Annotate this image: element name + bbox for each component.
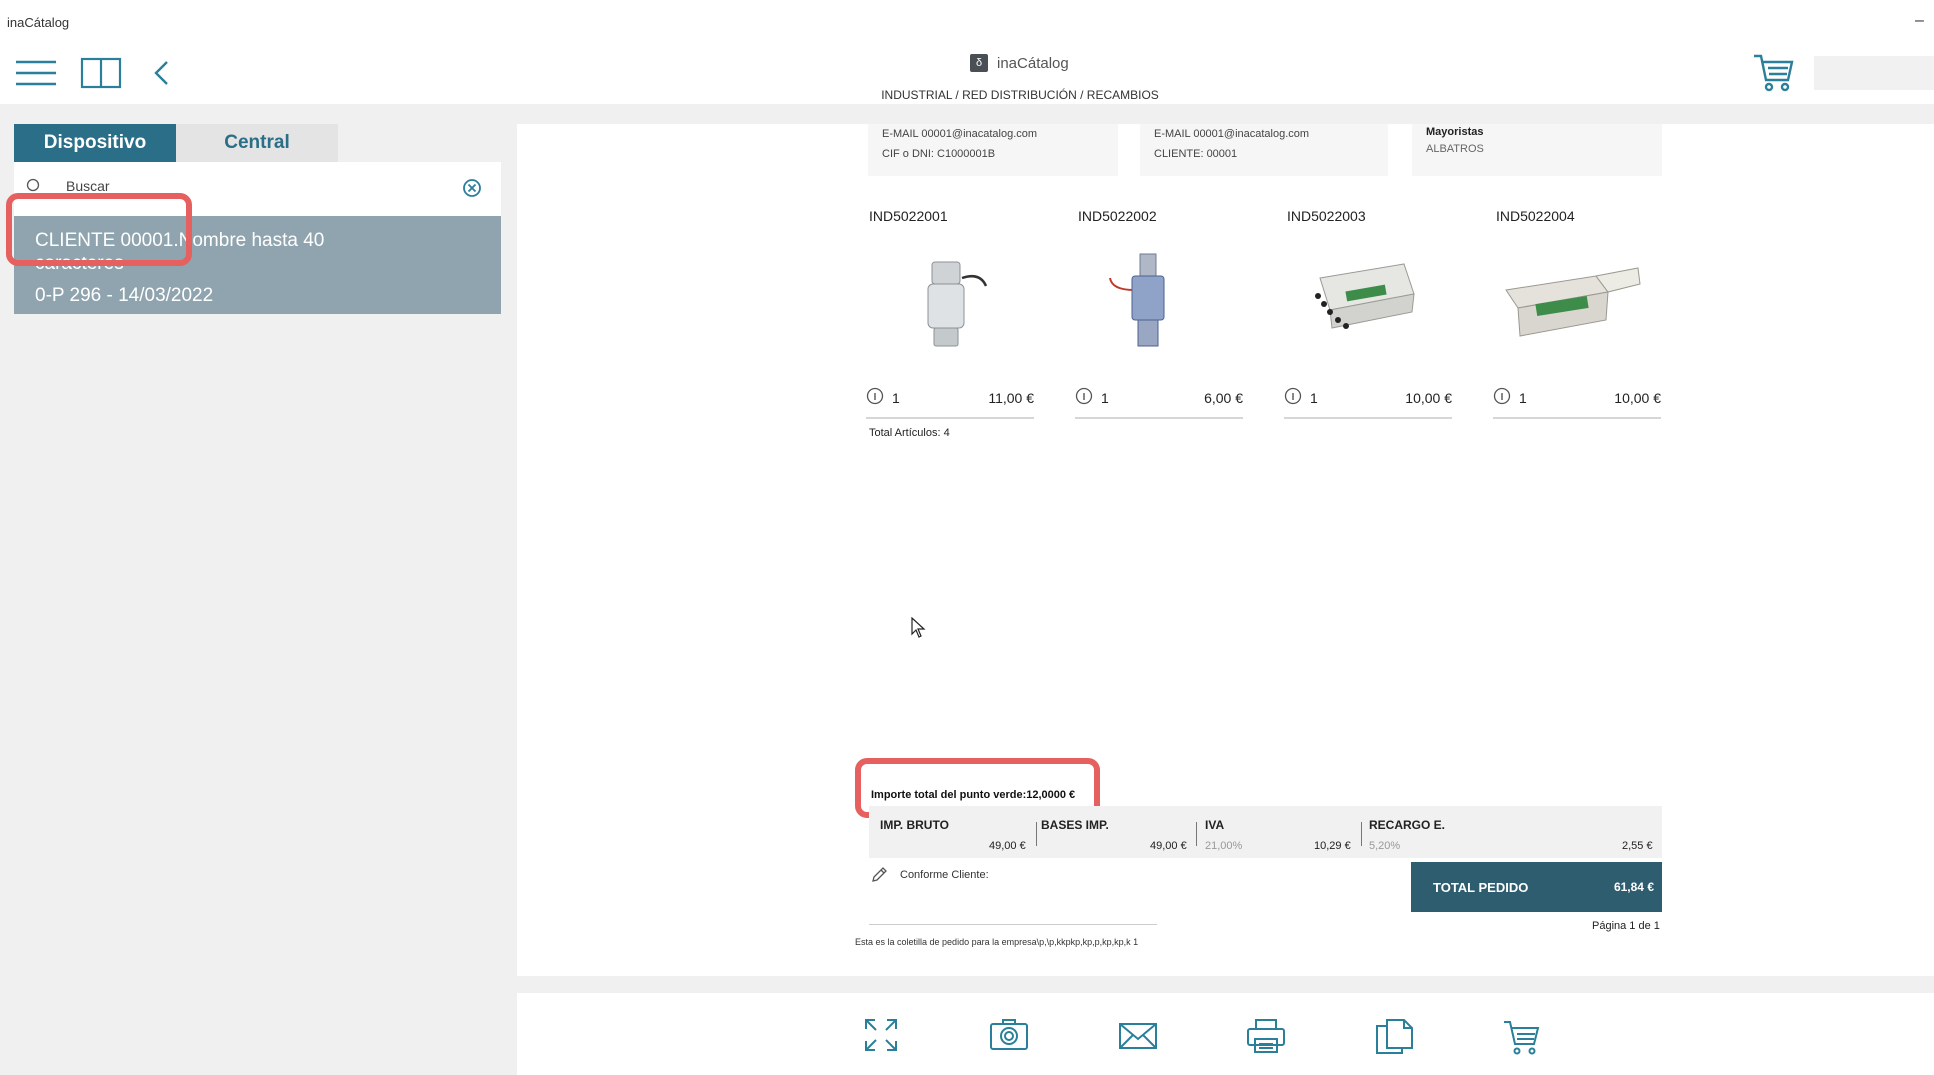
price: 11,00 € <box>988 390 1034 406</box>
quantity[interactable]: 1 <box>1101 390 1109 406</box>
total-articles: Total Artículos: 4 <box>869 427 950 439</box>
price: 10,00 € <box>1614 390 1661 406</box>
iva-value: 10,29 € <box>1314 840 1351 852</box>
info-cif: CIF o DNI: C1000001B <box>882 148 996 160</box>
info-client: CLIENTE: 00001 <box>1154 148 1238 160</box>
total-order-box: TOTAL PEDIDO 61,84 € <box>1411 862 1662 912</box>
product-code: IND5022002 <box>1078 208 1157 224</box>
tab-central[interactable]: Central <box>176 124 338 162</box>
camera-icon[interactable] <box>989 1018 1029 1057</box>
client-signature-label: Conforme Cliente: <box>900 869 989 881</box>
logo-mark: δ <box>970 54 988 72</box>
add-to-cart-icon[interactable] <box>1502 1018 1542 1061</box>
product-code: IND5022001 <box>869 208 948 224</box>
breadcrumb: INDUSTRIAL / RED DISTRIBUCIÓN / RECAMBIO… <box>881 88 1159 102</box>
logo-text: inaCátalog <box>997 54 1069 72</box>
bases-label: BASES IMP. <box>1041 818 1109 832</box>
quantity[interactable]: 1 <box>1519 390 1527 406</box>
imp-bruto-value: 49,00 € <box>989 840 1026 852</box>
divider <box>1036 822 1037 846</box>
iva-percent: 21,00% <box>1205 840 1243 852</box>
divider <box>1196 822 1197 846</box>
load-cell-icon[interactable] <box>916 248 992 357</box>
highlight-annotation <box>6 193 192 266</box>
info-icon[interactable] <box>1284 387 1302 408</box>
product-quantity-row: 1 11,00 € <box>866 385 1034 419</box>
product-code: IND5022003 <box>1287 208 1366 224</box>
copy-icon[interactable] <box>1374 1018 1414 1059</box>
product-quantity-row: 1 10,00 € <box>1493 385 1661 419</box>
product-quantity-row: 1 10,00 € <box>1284 385 1452 419</box>
info-rate: Mayoristas <box>1426 126 1484 138</box>
footer-note: Esta es la coletilla de pedido para la e… <box>855 937 1139 947</box>
quantity[interactable]: 1 <box>1310 390 1318 406</box>
info-box-client: E-MAIL 00001@inacatalog.com CLIENTE: 000… <box>1140 124 1388 176</box>
product-code: IND5022004 <box>1496 208 1575 224</box>
info-email: E-MAIL 00001@inacatalog.com <box>1154 128 1310 140</box>
load-cell-blue-icon[interactable] <box>1108 248 1188 357</box>
signature-line <box>869 924 1157 925</box>
recargo-percent: 5,20% <box>1369 840 1401 852</box>
price: 10,00 € <box>1405 390 1452 406</box>
minimize-button[interactable]: – <box>1915 12 1924 30</box>
print-icon[interactable] <box>1246 1018 1286 1059</box>
bases-value: 49,00 € <box>1150 840 1187 852</box>
mouse-cursor-icon <box>911 616 927 644</box>
app-title: inaCátalog <box>7 15 70 30</box>
imp-bruto-label: IMP. BRUTO <box>880 818 949 832</box>
recargo-label: RECARGO E. <box>1369 818 1446 832</box>
back-icon[interactable] <box>153 60 171 86</box>
info-email: E-MAIL 00001@inacatalog.com <box>882 128 1038 140</box>
price: 6,00 € <box>1204 390 1243 406</box>
iva-label: IVA <box>1205 818 1225 832</box>
menu-icon[interactable] <box>15 58 57 88</box>
title-bar <box>0 0 1934 44</box>
info-icon[interactable] <box>866 387 884 408</box>
junction-box-open-icon[interactable] <box>1496 248 1646 349</box>
mail-icon[interactable] <box>1118 1018 1158 1057</box>
cart-icon[interactable] <box>1752 50 1796 94</box>
recargo-value: 2,55 € <box>1622 840 1653 852</box>
totals-bar <box>869 806 1662 858</box>
info-icon[interactable] <box>1493 387 1511 408</box>
client-order-date: 0-P 296 - 14/03/2022 <box>35 285 214 306</box>
expand-icon[interactable] <box>864 1018 898 1057</box>
logo: δ inaCátalog <box>970 54 1069 72</box>
junction-box-icon[interactable] <box>1308 248 1420 349</box>
product-quantity-row: 1 6,00 € <box>1075 385 1243 419</box>
info-rate-name: ALBATROS <box>1426 143 1484 155</box>
quantity[interactable]: 1 <box>892 390 900 406</box>
bottom-toolbar <box>517 993 1934 1075</box>
clear-search-icon[interactable] <box>462 178 482 203</box>
info-box-rate: Mayoristas ALBATROS <box>1412 124 1662 176</box>
divider <box>1361 822 1362 846</box>
header-field[interactable] <box>1814 56 1934 90</box>
tab-dispositivo[interactable]: Dispositivo <box>14 124 176 162</box>
info-icon[interactable] <box>1075 387 1093 408</box>
page-number: Página 1 de 1 <box>1592 920 1660 932</box>
book-icon[interactable] <box>80 56 122 90</box>
total-order-value: 61,84 € <box>1613 880 1654 894</box>
info-box-contact: E-MAIL 00001@inacatalog.com CIF o DNI: C… <box>868 124 1118 176</box>
total-order-label: TOTAL PEDIDO <box>1433 880 1529 895</box>
pencil-icon[interactable] <box>870 866 888 889</box>
